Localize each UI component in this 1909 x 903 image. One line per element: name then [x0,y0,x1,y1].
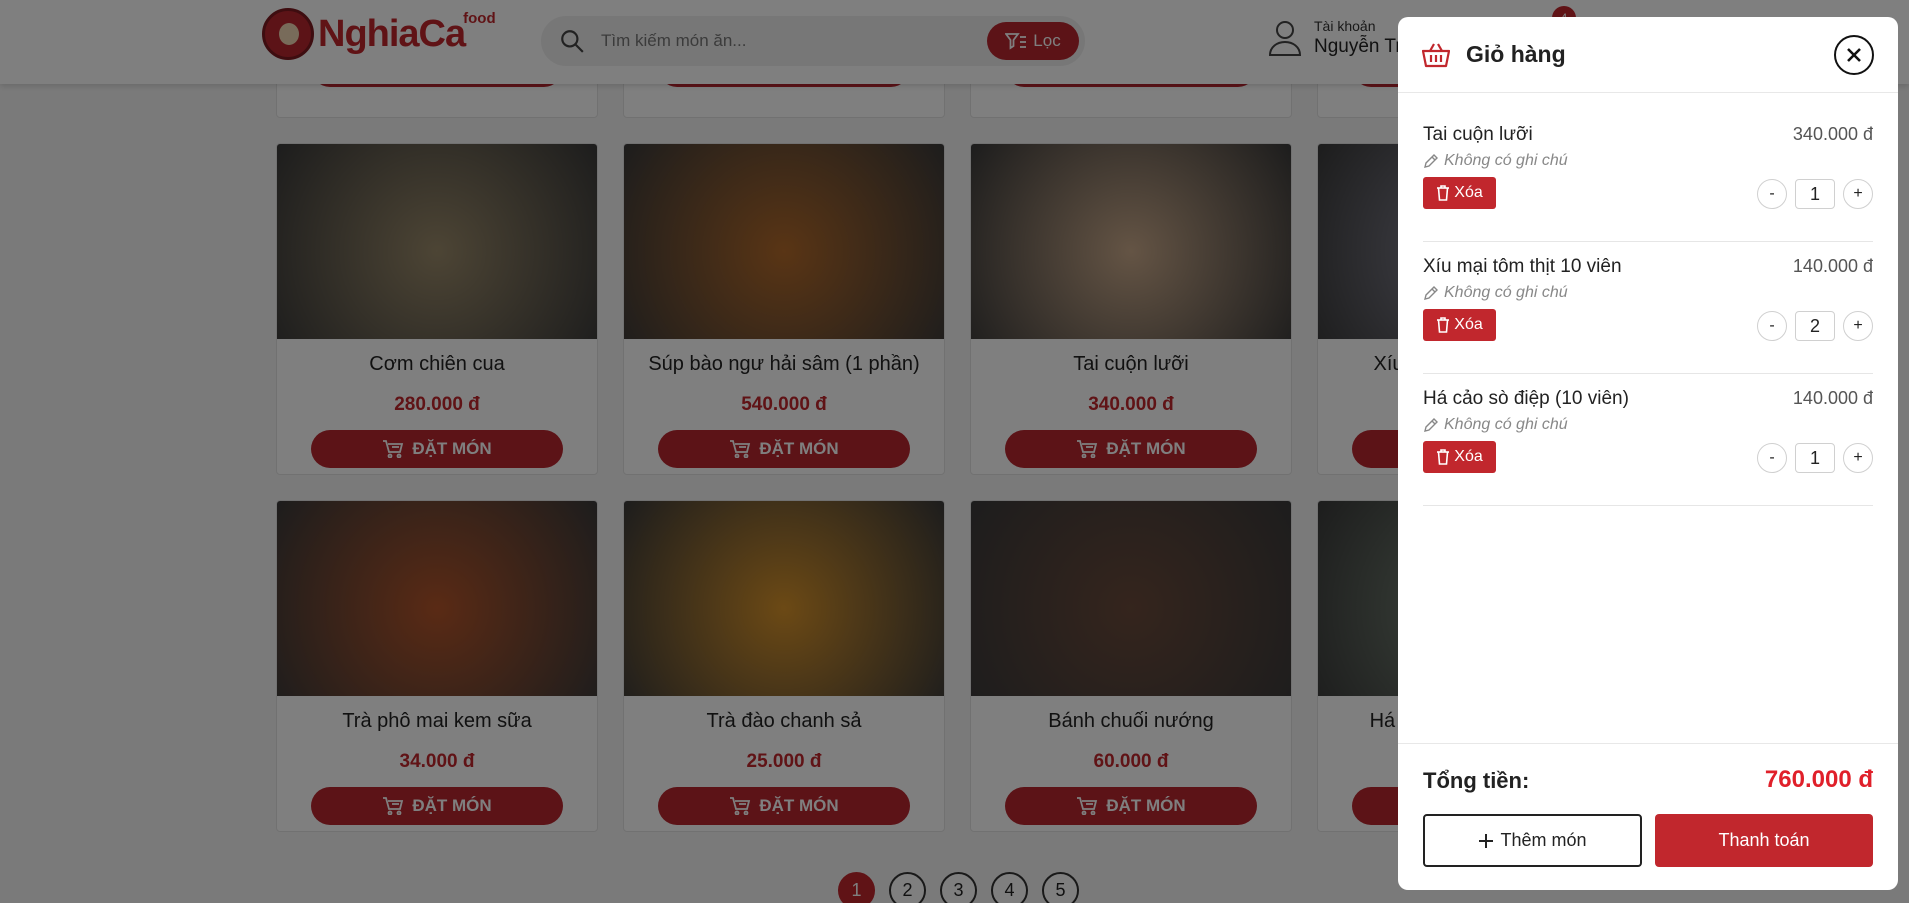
total-label: Tổng tiền: [1423,768,1530,793]
cart-item-name: Há cảo sò điệp (10 viên) [1423,388,1629,409]
cart-item: Há cảo sò điệp (10 viên) 140.000 đ Không c… [1423,374,1873,506]
trash-icon [1437,185,1450,201]
delete-label: Xóa [1454,316,1483,333]
cart-footer: Tổng tiền: 760.000 đ Thêm món Thanh toán [1398,743,1898,890]
delete-item-button[interactable]: Xóa [1423,441,1496,473]
close-cart-button[interactable] [1834,35,1874,75]
plus-icon [1479,833,1494,848]
increase-qty-button[interactable]: + [1843,311,1873,341]
note-text: Không có ghi chú [1444,416,1568,433]
cart-item-note[interactable]: Không có ghi chú [1423,152,1568,170]
cart-header: Giỏ hàng [1398,17,1898,93]
delete-item-button[interactable]: Xóa [1423,309,1496,341]
increase-qty-button[interactable]: + [1843,443,1873,473]
note-text: Không có ghi chú [1444,284,1568,301]
quantity-input[interactable] [1795,443,1835,473]
checkout-button[interactable]: Thanh toán [1655,814,1873,867]
decrease-qty-button[interactable]: - [1757,179,1787,209]
close-icon [1847,48,1861,62]
cart-item: Xíu mại tôm thịt 10 viên 140.000 đ Không c… [1423,242,1873,374]
note-text: Không có ghi chú [1444,152,1568,169]
cart-item-price: 140.000 đ [1792,388,1873,408]
cart-drawer: Giỏ hàng Tai cuộn lưỡi 340.000 đ Không có … [1398,17,1898,890]
cart-title: Giỏ hàng [1466,41,1566,67]
trash-icon [1437,449,1450,465]
pencil-icon [1424,417,1438,432]
quantity-stepper: -+ [1757,443,1873,473]
quantity-stepper: -+ [1757,311,1873,341]
decrease-qty-button[interactable]: - [1757,311,1787,341]
quantity-input[interactable] [1795,311,1835,341]
cart-item-note[interactable]: Không có ghi chú [1423,284,1568,302]
increase-qty-button[interactable]: + [1843,179,1873,209]
checkout-label: Thanh toán [1718,830,1810,850]
quantity-stepper: -+ [1757,179,1873,209]
trash-icon [1437,317,1450,333]
pencil-icon [1424,153,1438,168]
cart-item-price: 340.000 đ [1792,124,1873,144]
add-more-label: Thêm món [1500,830,1587,850]
pencil-icon [1424,285,1438,300]
add-more-button[interactable]: Thêm món [1423,814,1642,867]
cart-item-name: Tai cuộn lưỡi [1423,124,1533,145]
delete-item-button[interactable]: Xóa [1423,177,1496,209]
decrease-qty-button[interactable]: - [1757,443,1787,473]
cart-item: Tai cuộn lưỡi 340.000 đ Không có ghi chú Xó… [1423,110,1873,242]
delete-label: Xóa [1454,448,1483,465]
cart-item-note[interactable]: Không có ghi chú [1423,416,1568,434]
cart-item-name: Xíu mại tôm thịt 10 viên [1423,256,1622,277]
cart-item-price: 140.000 đ [1792,256,1873,276]
basket-icon [1422,42,1450,67]
total-value: 760.000 đ [1764,766,1873,793]
quantity-input[interactable] [1795,179,1835,209]
delete-label: Xóa [1454,184,1483,201]
